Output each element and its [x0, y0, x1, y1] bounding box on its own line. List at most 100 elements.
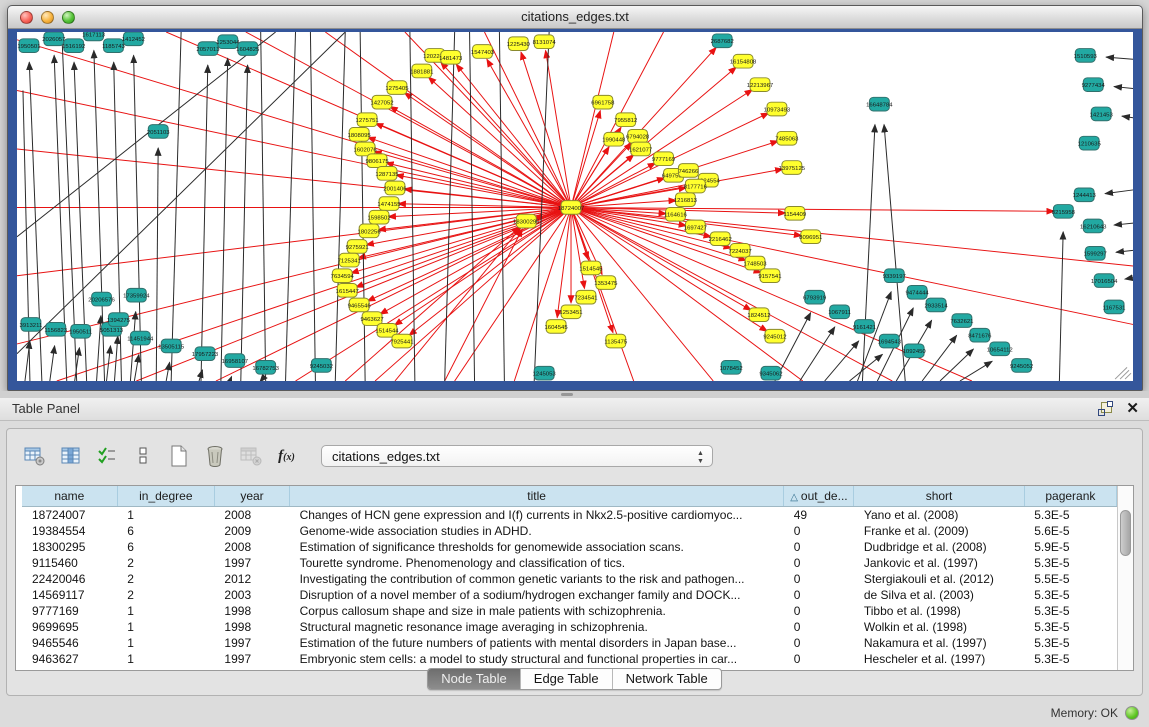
- graph-node[interactable]: 16648784: [866, 97, 893, 111]
- graph-edge[interactable]: [261, 32, 266, 381]
- graph-node[interactable]: 20206576: [88, 292, 115, 306]
- graph-node[interactable]: 7634594: [331, 269, 355, 283]
- graph-edge[interactable]: [410, 32, 415, 381]
- graph-node[interactable]: 9245032: [310, 359, 333, 373]
- table-selector[interactable]: citations_edges.txt ▲▼: [321, 445, 713, 467]
- column-header[interactable]: year: [214, 486, 289, 507]
- graph-edge[interactable]: [557, 207, 571, 317]
- table-row[interactable]: 2242004622012Investigating the contribut…: [22, 571, 1117, 587]
- network-canvas[interactable]: 1872400716154808122139671097349374850631…: [17, 32, 1133, 381]
- graph-node[interactable]: 9277434: [1082, 78, 1106, 92]
- graph-node[interactable]: 9161421: [853, 320, 876, 334]
- graph-node[interactable]: 7955812: [614, 113, 637, 127]
- graph-node[interactable]: 11451944: [127, 331, 154, 345]
- graph-edge[interactable]: [17, 149, 571, 207]
- graph-edge[interactable]: [17, 32, 345, 354]
- graph-edge[interactable]: [380, 207, 571, 314]
- table-row[interactable]: 1938455462009Genome-wide association stu…: [22, 523, 1117, 539]
- graph-edge[interactable]: [216, 207, 571, 381]
- column-header[interactable]: in_degree: [117, 486, 214, 507]
- graph-node[interactable]: 1514545: [579, 261, 603, 275]
- resize-grip-icon[interactable]: [1115, 367, 1131, 379]
- zoom-window-button[interactable]: [62, 11, 75, 24]
- graph-edge[interactable]: [134, 355, 138, 381]
- graph-node[interactable]: 9339197: [883, 269, 906, 283]
- graph-node[interactable]: 6794028: [626, 129, 650, 143]
- graph-node[interactable]: 7125341: [338, 253, 361, 267]
- graph-edge[interactable]: [456, 64, 571, 207]
- network-graph[interactable]: 1872400716154808122139671097349374850631…: [17, 32, 1133, 381]
- table-row[interactable]: 1830029562008Estimation of significance …: [22, 539, 1117, 555]
- graph-edge[interactable]: [221, 58, 228, 381]
- graph-node[interactable]: 1067911: [828, 305, 851, 319]
- graph-node[interactable]: 2933514: [924, 298, 948, 312]
- graph-node[interactable]: 6793919: [803, 290, 826, 304]
- table-scrollbar[interactable]: [1117, 486, 1133, 670]
- graph-node[interactable]: 1990448: [602, 132, 626, 146]
- graph-node[interactable]: 1950501: [17, 39, 40, 53]
- column-header[interactable]: pagerank: [1024, 486, 1116, 507]
- tab-edge-table[interactable]: Edge Table: [521, 669, 613, 689]
- graph-edge[interactable]: [171, 32, 181, 381]
- splitter-grip[interactable]: [561, 393, 573, 396]
- graph-node[interactable]: 1697427: [684, 220, 707, 234]
- graph-node[interactable]: 17016504: [1091, 274, 1118, 288]
- graph-edge[interactable]: [445, 229, 523, 381]
- table-row[interactable]: 911546021997Tourette syndrome. Phenomeno…: [22, 555, 1117, 571]
- graph-node[interactable]: 1225430: [507, 37, 531, 51]
- graph-node[interactable]: 10973493: [764, 102, 791, 116]
- close-window-button[interactable]: [20, 11, 33, 24]
- table-row[interactable]: 946554611997Estimation of the future num…: [22, 635, 1117, 651]
- graph-node[interactable]: 1275405: [385, 81, 409, 95]
- graph-edge[interactable]: [17, 90, 571, 207]
- graph-node[interactable]: 1802256: [358, 224, 382, 238]
- graph-edge[interactable]: [571, 207, 1133, 324]
- graph-node[interactable]: 1394275: [107, 313, 131, 327]
- graph-edge[interactable]: [97, 316, 101, 381]
- graph-node[interactable]: 1617113: [82, 32, 105, 41]
- table-row[interactable]: 969969511998Structural magnetic resonanc…: [22, 619, 1117, 635]
- graph-node[interactable]: 1481473: [439, 51, 463, 65]
- graph-edge[interactable]: [1114, 223, 1133, 225]
- graph-node[interactable]: 9157541: [758, 269, 781, 283]
- graph-edge[interactable]: [367, 207, 571, 301]
- table-settings-icon[interactable]: [21, 443, 48, 470]
- graph-node[interactable]: 1881881: [410, 64, 433, 78]
- graph-node[interactable]: 1615447: [336, 284, 359, 298]
- function-builder-icon[interactable]: f(x): [273, 443, 300, 470]
- graph-node[interactable]: 2216462: [709, 232, 732, 246]
- graph-node[interactable]: 16958107: [222, 354, 248, 368]
- graph-edge[interactable]: [571, 188, 687, 208]
- graph-node[interactable]: 1516192: [62, 39, 85, 53]
- graph-node[interactable]: 6961758: [591, 95, 615, 109]
- graph-edge[interactable]: [571, 207, 584, 288]
- graph-node[interactable]: 1078452: [720, 361, 743, 375]
- graph-node[interactable]: 1474155: [377, 197, 401, 211]
- graph-node[interactable]: 9777169: [652, 152, 675, 166]
- graph-node[interactable]: 18724007: [558, 201, 584, 215]
- graph-node[interactable]: 16154808: [730, 54, 757, 68]
- graph-edge[interactable]: [1105, 190, 1133, 194]
- graph-node[interactable]: 1604545: [545, 320, 569, 334]
- graph-node[interactable]: 8177716: [684, 179, 708, 193]
- graph-node[interactable]: 2051103: [147, 125, 170, 139]
- graph-edge[interactable]: [1059, 232, 1063, 381]
- graph-node[interactable]: 1287135: [375, 167, 399, 181]
- graph-node[interactable]: 1950511: [69, 324, 92, 338]
- graph-node[interactable]: 1412452: [122, 32, 145, 46]
- graph-node[interactable]: 746266: [678, 164, 699, 178]
- graph-node[interactable]: 7925441: [390, 334, 413, 348]
- table-row[interactable]: 977716911998Corpus callosum shape and si…: [22, 603, 1117, 619]
- graph-node[interactable]: 8131074: [533, 35, 557, 49]
- close-panel-icon[interactable]: ✕: [1126, 401, 1139, 416]
- graph-node[interactable]: 1353475: [594, 276, 618, 290]
- panel-splitter[interactable]: [0, 391, 1149, 398]
- graph-node[interactable]: 1210635: [1078, 136, 1102, 150]
- graph-edge[interactable]: [1116, 250, 1133, 252]
- column-header[interactable]: name: [22, 486, 117, 507]
- graph-edge[interactable]: [800, 327, 835, 381]
- graph-node[interactable]: 1808095: [348, 128, 372, 142]
- graph-node[interactable]: 10654112: [987, 342, 1013, 356]
- graph-node[interactable]: 1510593: [1074, 49, 1098, 63]
- graph-node[interactable]: 1547403: [471, 45, 495, 59]
